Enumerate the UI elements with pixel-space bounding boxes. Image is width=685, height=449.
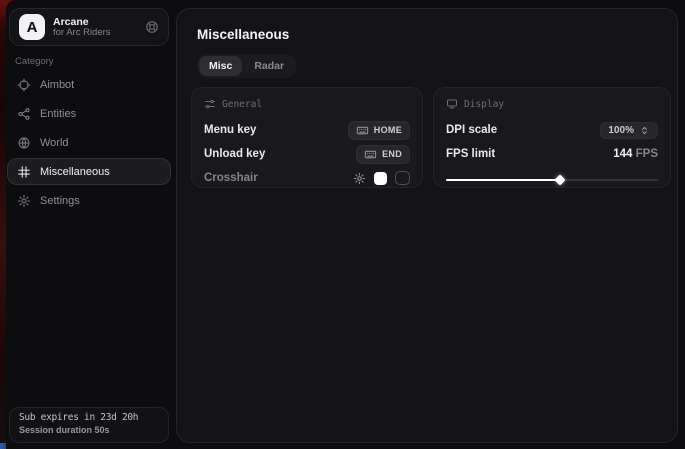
display-card: Display DPI scale 100% FPS limit 144: [433, 87, 671, 188]
tab-bar: Misc Radar: [197, 54, 296, 78]
general-card-header: General: [204, 98, 410, 110]
dpi-scale-label: DPI scale: [446, 124, 497, 136]
sub-expiry-text: Sub expires in 23d 20h: [19, 412, 159, 423]
dpi-scale-row: DPI scale 100%: [446, 118, 658, 142]
fps-limit-slider[interactable]: [446, 175, 658, 184]
profile-card: A Arcane for Arc Riders: [9, 8, 169, 46]
avatar: A: [19, 14, 45, 40]
globe-icon: [17, 136, 31, 150]
chevrons-up-down-icon: [639, 125, 650, 136]
sidebar: A Arcane for Arc Riders Category Aimbot: [6, 0, 176, 449]
app-title: Arcane: [53, 16, 137, 28]
sidebar-item-entities[interactable]: Entities: [7, 100, 171, 127]
general-card: General Menu key HOME Unload key: [191, 87, 423, 188]
sidebar-item-world[interactable]: World: [7, 129, 171, 156]
main-panel: Miscellaneous Misc Radar General Menu ke…: [176, 8, 678, 443]
keyboard-icon: [356, 124, 369, 137]
grid-icon: [17, 165, 31, 179]
fps-limit-label: FPS limit: [446, 148, 495, 160]
tab-radar[interactable]: Radar: [244, 56, 294, 76]
unload-key-label: Unload key: [204, 148, 265, 160]
crosshair-settings-icon[interactable]: [353, 172, 366, 185]
menu-key-value: HOME: [374, 125, 402, 135]
unload-key-row: Unload key END: [204, 142, 410, 166]
sidebar-item-label: Entities: [40, 108, 76, 120]
category-label: Category: [15, 56, 54, 67]
unload-key-value: END: [382, 149, 402, 159]
dpi-scale-value: 100%: [608, 125, 634, 136]
app-subtitle: for Arc Riders: [53, 28, 137, 39]
crosshair-label: Crosshair: [204, 172, 258, 184]
category-nav: Aimbot Entities World: [7, 71, 171, 214]
menu-key-button[interactable]: HOME: [348, 121, 410, 140]
unload-key-button[interactable]: END: [356, 145, 410, 164]
sidebar-item-aimbot[interactable]: Aimbot: [7, 71, 171, 98]
fps-slider-thumb[interactable]: [555, 174, 566, 185]
monitor-icon: [446, 98, 458, 110]
page-title: Miscellaneous: [197, 27, 289, 42]
sliders-icon: [204, 98, 216, 110]
general-card-title: General: [222, 99, 262, 110]
fps-limit-row: FPS limit 144 FPS: [446, 142, 658, 166]
fps-slider-fill: [446, 179, 560, 182]
session-duration-text: Session duration 50s: [19, 425, 159, 435]
display-card-header: Display: [446, 98, 658, 110]
support-icon[interactable]: [145, 20, 159, 34]
subscription-card: Sub expires in 23d 20h Session duration …: [9, 407, 169, 443]
display-card-title: Display: [464, 99, 504, 110]
cards-row: General Menu key HOME Unload key: [191, 87, 671, 188]
crosshair-row: Crosshair: [204, 166, 410, 190]
sidebar-item-settings[interactable]: Settings: [7, 187, 171, 214]
fps-number: 144: [613, 148, 632, 160]
crosshair-icon: [17, 78, 31, 92]
tab-misc[interactable]: Misc: [199, 56, 242, 76]
avatar-initial: A: [27, 19, 38, 36]
crosshair-controls: [353, 171, 410, 185]
sidebar-item-label: Aimbot: [40, 79, 74, 91]
menu-key-label: Menu key: [204, 124, 256, 136]
keyboard-icon: [364, 148, 377, 161]
profile-text: Arcane for Arc Riders: [53, 16, 137, 39]
crosshair-checkbox[interactable]: [395, 171, 410, 185]
sidebar-item-label: Settings: [40, 195, 80, 207]
gear-icon: [17, 194, 31, 208]
sidebar-item-label: Miscellaneous: [40, 166, 110, 178]
crosshair-color-swatch[interactable]: [374, 172, 387, 185]
sidebar-item-label: World: [40, 137, 69, 149]
fps-limit-value: 144 FPS: [613, 148, 658, 160]
sidebar-item-miscellaneous[interactable]: Miscellaneous: [7, 158, 171, 185]
menu-key-row: Menu key HOME: [204, 118, 410, 142]
entities-icon: [17, 107, 31, 121]
fps-unit: FPS: [636, 148, 658, 160]
dpi-scale-select[interactable]: 100%: [600, 122, 658, 139]
